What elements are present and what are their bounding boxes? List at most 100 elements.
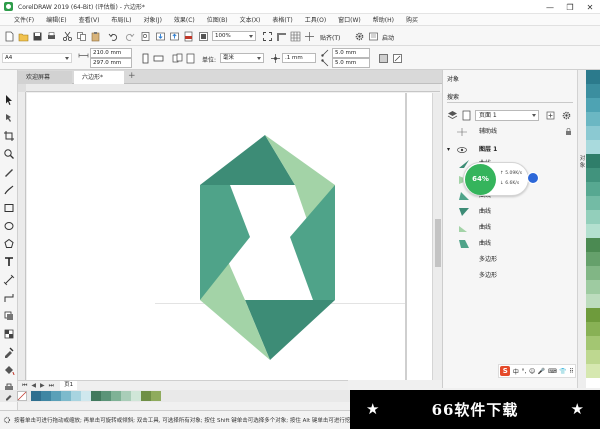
ruler-origin[interactable] — [18, 84, 26, 92]
ellipse-tool-icon[interactable] — [3, 220, 15, 232]
ime-skin-icon[interactable]: 👕 — [559, 368, 566, 375]
menu-help[interactable]: 帮助(H) — [367, 15, 400, 24]
menu-bitmaps[interactable]: 位图(B) — [201, 15, 234, 24]
hexagon-artwork[interactable] — [185, 125, 355, 365]
page-height-field[interactable]: 297.0 mm — [90, 58, 132, 68]
new-layer-icon[interactable] — [545, 110, 556, 121]
paper-size-select[interactable]: A4 — [2, 53, 72, 63]
color-swatch[interactable] — [41, 391, 51, 401]
menu-object[interactable]: 对象(J) — [137, 15, 167, 24]
launch-app-icon[interactable] — [198, 31, 209, 42]
options-gear-icon[interactable] — [354, 31, 365, 42]
zoom-tool-icon[interactable] — [3, 148, 15, 160]
parallel-dimension-tool-icon[interactable] — [3, 274, 15, 286]
menu-effects[interactable]: 效果(C) — [168, 15, 201, 24]
color-swatch[interactable] — [151, 391, 161, 401]
color-swatch[interactable] — [586, 364, 600, 378]
show-grid-icon[interactable] — [290, 31, 301, 42]
freehand-tool-icon[interactable] — [3, 166, 15, 178]
color-swatch[interactable] — [586, 336, 600, 350]
units-select[interactable]: 毫米 — [220, 53, 264, 63]
show-guidelines-icon[interactable] — [304, 31, 315, 42]
menu-text[interactable]: 文本(X) — [234, 15, 267, 24]
color-swatch[interactable] — [586, 238, 600, 252]
last-page-button[interactable]: ⏭ — [49, 382, 54, 390]
first-page-button[interactable]: ⏮ — [22, 382, 27, 390]
crop-tool-icon[interactable] — [3, 130, 15, 142]
list-item[interactable]: 曲线 — [443, 238, 575, 249]
close-button[interactable]: ✕ — [580, 0, 600, 14]
page-select[interactable]: 页面 1 — [475, 110, 539, 121]
color-swatch[interactable] — [91, 391, 101, 401]
duplicate-x-field[interactable]: 5.0 mm — [332, 48, 370, 58]
show-rulers-icon[interactable] — [276, 31, 287, 42]
menu-table[interactable]: 表格(T) — [266, 15, 298, 24]
polygon-tool-icon[interactable] — [3, 238, 15, 250]
hexagon-bottom-dark-segment[interactable] — [245, 300, 335, 360]
ime-microphone-icon[interactable]: 🎤 — [538, 368, 545, 375]
connector-tool-icon[interactable] — [3, 292, 15, 304]
eye-icon[interactable] — [457, 146, 467, 154]
all-pages-icon[interactable] — [172, 53, 183, 64]
copy-icon[interactable] — [76, 31, 87, 42]
accelerator-badge-icon[interactable] — [527, 172, 539, 184]
list-item[interactable]: 曲线 — [443, 222, 575, 233]
eyedropper-icon[interactable] — [4, 391, 14, 401]
publish-pdf-icon[interactable] — [183, 31, 194, 42]
color-swatch[interactable] — [586, 126, 600, 140]
pick-tool-icon[interactable] — [3, 94, 15, 106]
current-page-icon[interactable] — [185, 53, 196, 64]
docker-options-icon[interactable] — [561, 110, 572, 121]
zoom-level-field[interactable]: 100% — [212, 31, 256, 41]
shape-tool-icon[interactable] — [3, 112, 15, 124]
page-tab-1[interactable]: 页1 — [60, 381, 78, 390]
color-swatch[interactable] — [586, 70, 600, 84]
list-item[interactable]: 多边形 — [443, 254, 575, 265]
text-tool-icon[interactable] — [3, 256, 15, 268]
color-swatch[interactable] — [586, 308, 600, 322]
color-swatch[interactable] — [586, 266, 600, 280]
drawing-scale-icon[interactable] — [392, 53, 403, 64]
page-view-icon[interactable] — [461, 110, 472, 121]
menu-tools[interactable]: 工具(O) — [299, 15, 332, 24]
ime-punctuation-icon[interactable]: °, — [522, 368, 527, 375]
drop-shadow-tool-icon[interactable] — [3, 310, 15, 322]
color-swatch[interactable] — [586, 350, 600, 364]
color-swatch[interactable] — [586, 294, 600, 308]
snap-to-dropdown[interactable]: 贴齐(T) — [320, 33, 340, 42]
list-item[interactable]: 多边形 — [443, 270, 575, 281]
color-swatch[interactable] — [131, 391, 141, 401]
color-swatch[interactable] — [586, 224, 600, 238]
horizontal-ruler[interactable] — [18, 84, 440, 92]
color-swatch[interactable] — [586, 168, 600, 182]
color-swatch[interactable] — [51, 391, 61, 401]
artistic-media-tool-icon[interactable] — [3, 184, 15, 196]
application-launcher-icon[interactable] — [368, 31, 379, 42]
list-item[interactable]: 曲线 — [443, 206, 575, 217]
treat-as-filled-icon[interactable] — [378, 53, 389, 64]
lock-icon[interactable] — [565, 128, 572, 135]
expand-arrow-icon[interactable]: ▾ — [447, 144, 450, 155]
cut-icon[interactable] — [62, 31, 73, 42]
tab-document-hexagon[interactable]: 六边形* — [74, 71, 124, 84]
duplicate-y-field[interactable]: 5.0 mm — [332, 58, 370, 68]
menu-layout[interactable]: 布局(L) — [105, 15, 137, 24]
color-swatch[interactable] — [586, 322, 600, 336]
rectangle-tool-icon[interactable] — [3, 202, 15, 214]
color-swatch[interactable] — [81, 391, 91, 401]
color-swatch[interactable] — [586, 182, 600, 196]
color-swatch[interactable] — [101, 391, 111, 401]
tab-objects-docker[interactable]: 对象 — [579, 156, 586, 170]
maximize-button[interactable]: ❐ — [560, 0, 580, 14]
minimize-button[interactable]: — — [540, 0, 560, 14]
color-swatch[interactable] — [586, 112, 600, 126]
color-swatch[interactable] — [586, 210, 600, 224]
layer-1-row[interactable]: ▾ 图层 1 — [443, 144, 575, 155]
color-swatch[interactable] — [586, 196, 600, 210]
nudge-distance-field[interactable]: .1 mm — [282, 53, 316, 63]
new-document-icon[interactable] — [4, 31, 15, 42]
redo-icon[interactable] — [124, 31, 135, 42]
docker-search-input[interactable]: 搜索 — [447, 92, 573, 103]
ime-menu-icon[interactable]: ⠿ — [569, 368, 573, 375]
launch-dropdown[interactable]: 启动 — [382, 33, 394, 42]
